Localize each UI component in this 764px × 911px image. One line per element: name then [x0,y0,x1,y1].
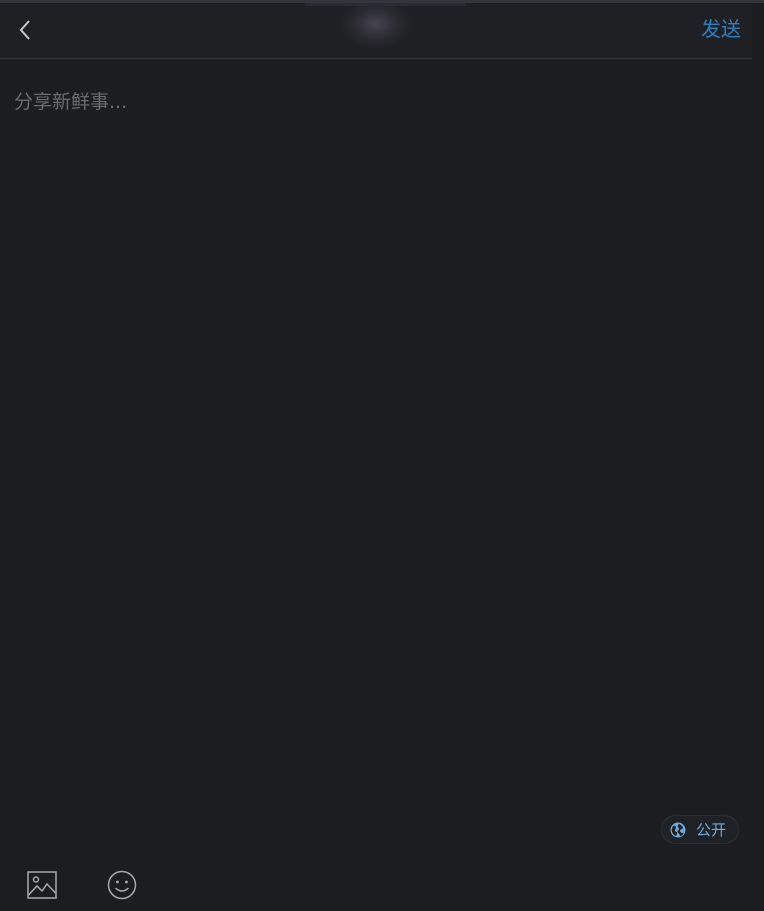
post-text-input[interactable] [14,87,744,787]
image-icon [27,871,57,899]
add-emoji-button[interactable] [106,869,138,901]
visibility-label: 公开 [696,821,727,839]
chevron-left-icon [19,20,30,40]
compose-window: 发送 公开 [0,0,764,911]
visibility-selector[interactable]: 公开 [661,815,739,844]
globe-icon [670,822,686,837]
composer-area [0,77,764,797]
smiley-icon [107,870,137,900]
header-bar: 发送 [0,3,752,59]
back-button[interactable] [12,15,38,45]
add-image-button[interactable] [26,869,58,901]
send-button[interactable]: 发送 [701,15,741,43]
